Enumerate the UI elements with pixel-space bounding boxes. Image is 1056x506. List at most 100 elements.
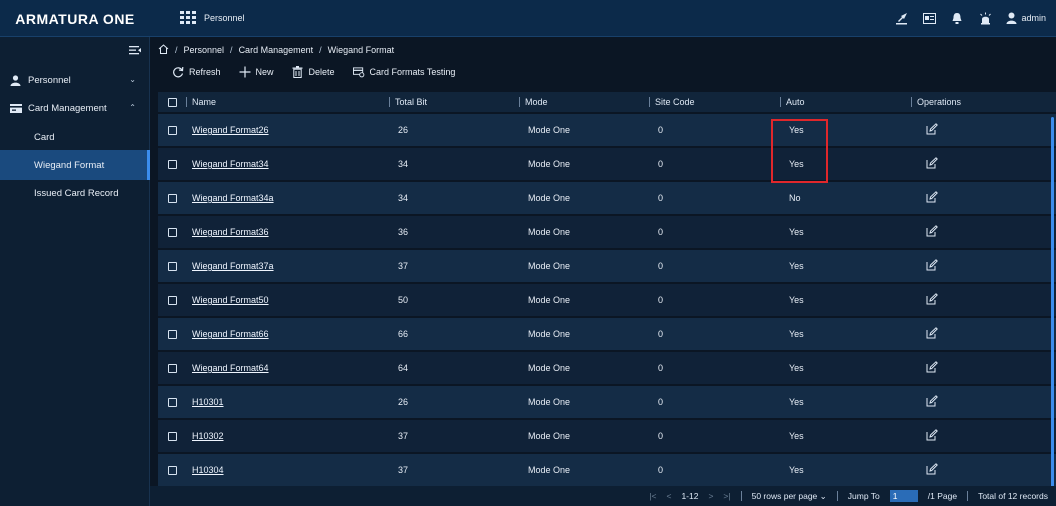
edit-icon[interactable] — [926, 361, 938, 373]
total-bit-cell: 66 — [398, 329, 409, 339]
format-name-link[interactable]: Wiegand Format66 — [192, 329, 269, 339]
edit-icon[interactable] — [926, 293, 938, 305]
row-checkbox[interactable] — [167, 363, 177, 373]
plus-icon — [239, 66, 251, 78]
auto-cell: Yes — [789, 329, 804, 339]
table-row[interactable]: Wiegand Format36 36 Mode One 0 Yes — [158, 214, 1056, 248]
alarm-icon[interactable] — [978, 11, 992, 25]
jump-to-input[interactable]: 1 — [889, 490, 918, 502]
collapse-menu-icon[interactable] — [129, 45, 141, 57]
site-code-cell: 0 — [658, 363, 664, 373]
top-bar: ARMATURA ONE Personnel admin — [0, 0, 1056, 37]
card-formats-testing-label: Card Formats Testing — [369, 67, 456, 77]
user-name: admin — [1021, 13, 1046, 23]
first-page-button[interactable]: |< — [649, 491, 656, 501]
row-checkbox[interactable] — [167, 295, 177, 305]
format-name-link[interactable]: Wiegand Format36 — [192, 227, 269, 237]
table-row[interactable]: Wiegand Format64 64 Mode One 0 Yes — [158, 350, 1056, 384]
row-checkbox[interactable] — [167, 329, 177, 339]
table-row[interactable]: H10304 37 Mode One 0 Yes — [158, 452, 1056, 486]
row-checkbox[interactable] — [167, 465, 177, 475]
format-name-link[interactable]: H10304 — [192, 465, 224, 475]
card-icon — [10, 103, 22, 113]
auto-cell: Yes — [789, 397, 804, 407]
new-button[interactable]: New — [239, 66, 274, 78]
breadcrumb-separator: / — [319, 45, 322, 55]
row-checkbox[interactable] — [167, 431, 177, 441]
edit-icon[interactable] — [926, 429, 938, 441]
row-checkbox[interactable] — [167, 159, 177, 169]
delete-button[interactable]: Delete — [292, 66, 335, 78]
site-code-cell: 0 — [658, 397, 664, 407]
format-name-link[interactable]: Wiegand Format37a — [192, 261, 274, 271]
column-header-name[interactable]: Name — [186, 97, 389, 107]
rows-per-page-select[interactable]: 50 rows per page ⌄ — [752, 491, 827, 502]
id-card-icon[interactable] — [922, 11, 936, 25]
auto-cell: Yes — [789, 363, 804, 373]
sidebar: Personnel ⌄ Card Management ⌃ Card Wiega… — [0, 37, 150, 506]
total-bit-cell: 64 — [398, 363, 409, 373]
module-title[interactable]: Personnel — [204, 13, 245, 23]
page-total: /1 Page — [927, 491, 958, 501]
pagination: |< < 1-12 > >| 50 rows per page ⌄ Jump T… — [150, 486, 1056, 506]
edit-icon[interactable] — [926, 463, 938, 475]
column-header-mode[interactable]: Mode — [519, 97, 649, 107]
sidebar-item-wiegand-format[interactable]: Wiegand Format — [0, 150, 150, 180]
pager-divider — [836, 491, 838, 501]
format-name-link[interactable]: H10301 — [192, 397, 224, 407]
pin-icon[interactable] — [894, 11, 908, 25]
edit-icon[interactable] — [926, 395, 938, 407]
edit-icon[interactable] — [926, 123, 938, 135]
table-row[interactable]: Wiegand Format37a 37 Mode One 0 Yes — [158, 248, 1056, 282]
sidebar-group-personnel[interactable]: Personnel ⌄ — [0, 66, 150, 94]
row-checkbox[interactable] — [167, 397, 177, 407]
breadcrumb-card-management[interactable]: Card Management — [239, 45, 314, 55]
table-row[interactable]: Wiegand Format26 26 Mode One 0 Yes — [158, 112, 1056, 146]
table-scrollbar[interactable] — [1051, 117, 1054, 497]
table-row[interactable]: Wiegand Format34 34 Mode One 0 Yes — [158, 146, 1056, 180]
format-name-link[interactable]: Wiegand Format34a — [192, 193, 274, 203]
edit-icon[interactable] — [926, 191, 938, 203]
card-formats-testing-button[interactable]: Card Formats Testing — [352, 66, 456, 78]
row-checkbox[interactable] — [167, 125, 177, 135]
table-row[interactable]: Wiegand Format50 50 Mode One 0 Yes — [158, 282, 1056, 316]
last-page-button[interactable]: >| — [723, 491, 730, 501]
edit-icon[interactable] — [926, 157, 938, 169]
sidebar-group-card-management[interactable]: Card Management ⌃ — [0, 94, 150, 122]
apps-grid-icon[interactable] — [180, 11, 197, 24]
breadcrumb-separator: / — [230, 45, 233, 55]
edit-icon[interactable] — [926, 327, 938, 339]
format-name-link[interactable]: Wiegand Format64 — [192, 363, 269, 373]
user-menu[interactable]: admin — [1006, 12, 1046, 24]
edit-icon[interactable] — [926, 225, 938, 237]
table-row[interactable]: Wiegand Format66 66 Mode One 0 Yes — [158, 316, 1056, 350]
sidebar-item-card[interactable]: Card — [0, 122, 150, 152]
breadcrumb-personnel[interactable]: Personnel — [184, 45, 225, 55]
site-code-cell: 0 — [658, 329, 664, 339]
row-checkbox[interactable] — [167, 261, 177, 271]
mode-cell: Mode One — [528, 431, 571, 441]
column-header-total-bit[interactable]: Total Bit — [389, 97, 519, 107]
prev-page-button[interactable]: < — [666, 491, 671, 501]
table-row[interactable]: H10302 37 Mode One 0 Yes — [158, 418, 1056, 452]
rows-per-page-value: 50 rows per page — [751, 490, 818, 501]
row-checkbox[interactable] — [167, 227, 177, 237]
total-bit-cell: 37 — [398, 465, 409, 475]
column-header-site-code[interactable]: Site Code — [649, 97, 780, 107]
refresh-button[interactable]: Refresh — [172, 66, 221, 78]
auto-cell: Yes — [789, 295, 804, 305]
home-icon[interactable] — [158, 44, 169, 56]
select-all-checkbox[interactable] — [167, 97, 177, 107]
edit-icon[interactable] — [926, 259, 938, 271]
table-row[interactable]: Wiegand Format34a 34 Mode One 0 No — [158, 180, 1056, 214]
table-row[interactable]: H10301 26 Mode One 0 Yes — [158, 384, 1056, 418]
bell-icon[interactable] — [950, 11, 964, 25]
row-checkbox[interactable] — [167, 193, 177, 203]
format-name-link[interactable]: H10302 — [192, 431, 224, 441]
next-page-button[interactable]: > — [708, 491, 713, 501]
sidebar-item-issued-card-record[interactable]: Issued Card Record — [0, 178, 150, 208]
format-name-link[interactable]: Wiegand Format50 — [192, 295, 269, 305]
column-header-auto[interactable]: Auto — [780, 97, 911, 107]
format-name-link[interactable]: Wiegand Format34 — [192, 159, 269, 169]
format-name-link[interactable]: Wiegand Format26 — [192, 125, 269, 135]
